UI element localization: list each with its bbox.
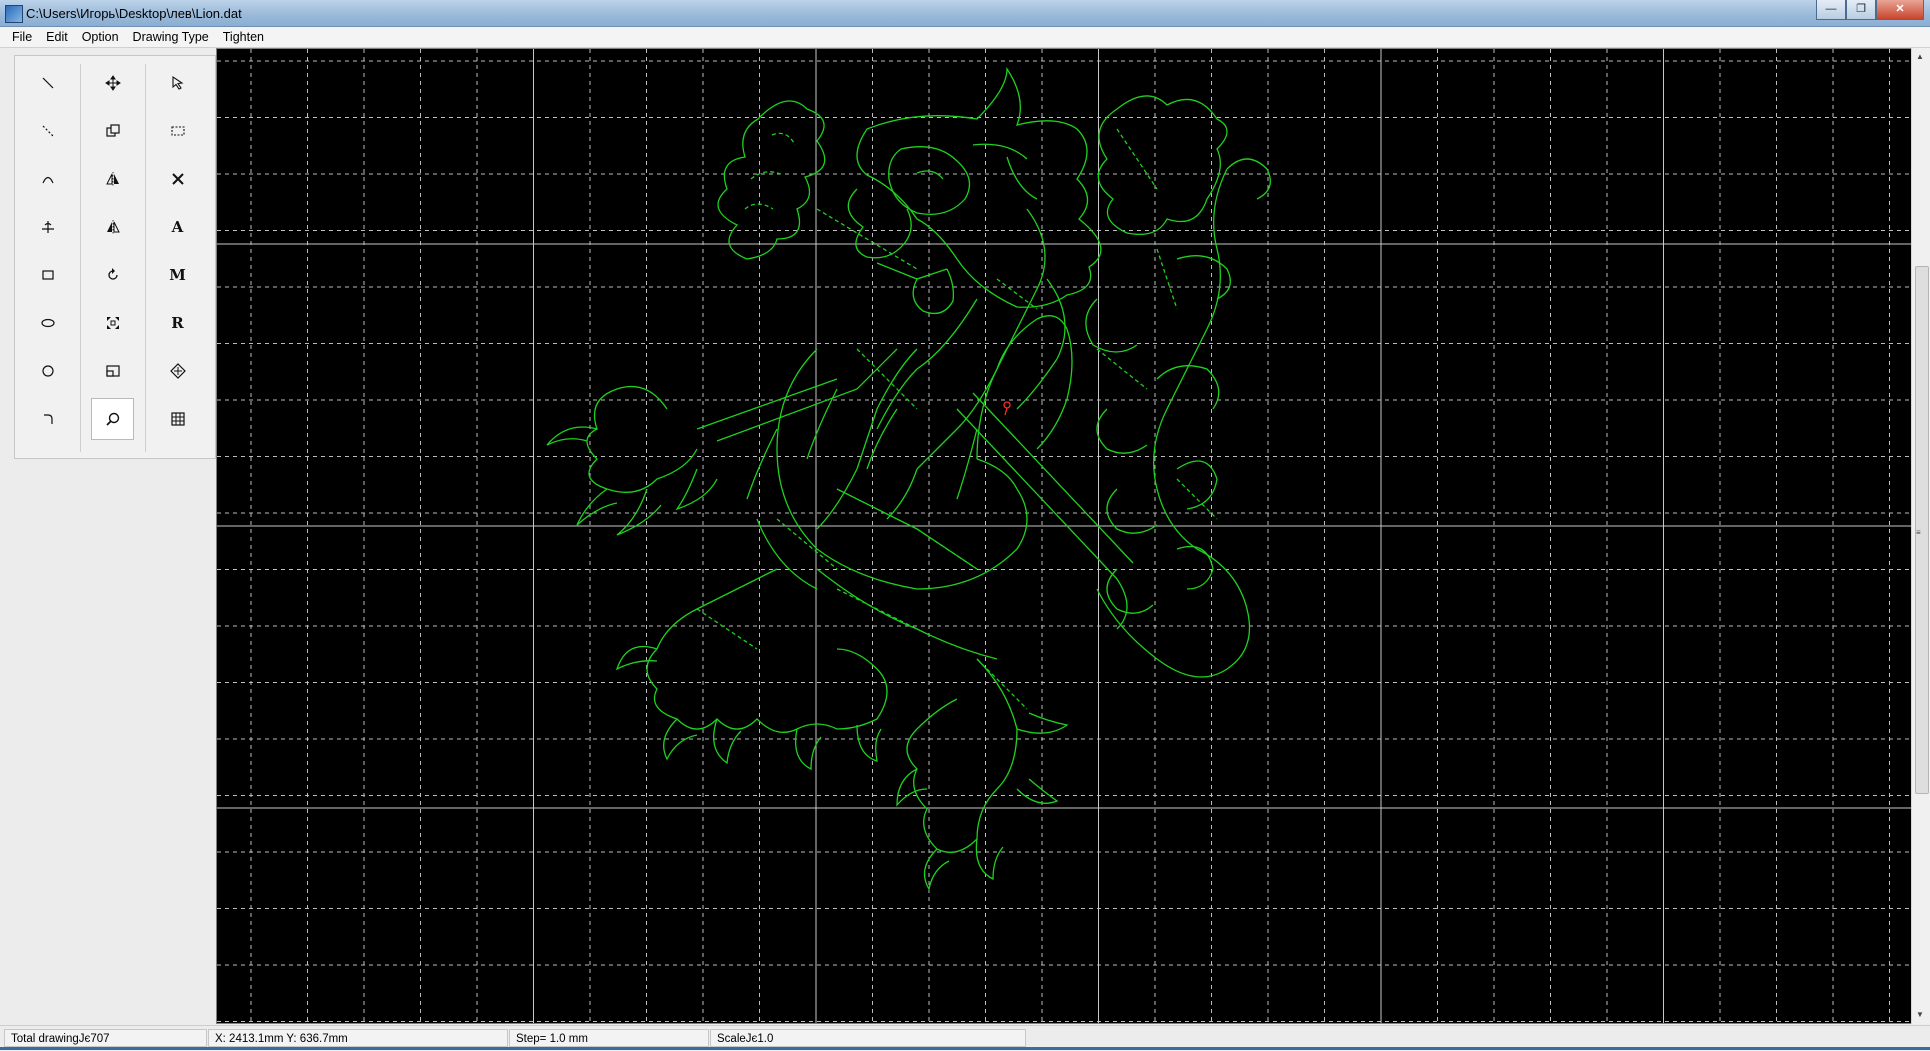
lion-belly — [756, 488, 998, 660]
corner-arc-tool-icon[interactable] — [26, 398, 69, 440]
perpendicular-tool-icon[interactable] — [26, 206, 69, 248]
rotate-tool-icon[interactable] — [91, 254, 134, 296]
lion-right-leg — [906, 658, 1018, 853]
menu-bar: File Edit Option Drawing Type Tighten — [0, 27, 1930, 48]
close-button[interactable]: ✕ — [1876, 0, 1924, 20]
move-tool-icon[interactable] — [91, 62, 134, 104]
lion-left-paw-claws — [546, 426, 718, 536]
lion-head — [856, 66, 1102, 308]
drawing-surface[interactable] — [217, 49, 1911, 1023]
scale-tool-icon[interactable] — [91, 302, 134, 344]
select-tool-icon[interactable] — [156, 62, 199, 104]
vertical-scrollbar[interactable]: ▲ ≡ ▼ — [1911, 48, 1930, 1024]
app-icon[interactable] — [5, 5, 23, 23]
lion-tail-tuft-curls — [1085, 158, 1271, 454]
delete-tool-icon[interactable] — [156, 158, 199, 200]
dashed-line-tool-icon[interactable] — [26, 110, 69, 152]
status-step: Step= 1.0 mm — [509, 1029, 709, 1047]
rectangle-tool-icon[interactable] — [26, 254, 69, 296]
scroll-thumb-grip: ≡ — [1916, 528, 1921, 537]
scroll-up-arrow[interactable]: ▲ — [1916, 52, 1924, 61]
window-controls: — ❐ ✕ — [1816, 0, 1924, 20]
mirror-vertical-tool-icon[interactable] — [91, 158, 134, 200]
window-select-tool-icon[interactable] — [156, 110, 199, 152]
red-marker — [1003, 401, 1011, 416]
ellipse-tool-icon[interactable] — [26, 302, 69, 344]
menu-option[interactable]: Option — [75, 27, 126, 47]
radius-tool-icon[interactable]: R — [156, 302, 199, 344]
menu-drawing-type[interactable]: Drawing Type — [126, 27, 216, 47]
toolbox-column-misc: A M R — [147, 62, 209, 454]
arc-tool-icon[interactable] — [26, 158, 69, 200]
restore-button[interactable]: ❐ — [1846, 0, 1876, 20]
zoom-tool-icon[interactable] — [91, 398, 134, 440]
mirror-horizontal-tool-icon[interactable] — [91, 206, 134, 248]
menu-edit[interactable]: Edit — [39, 27, 75, 47]
toolbox-column-draw — [17, 62, 79, 454]
status-coordinates: X: 2413.1mm Y: 636.7mm — [208, 1029, 508, 1047]
lion-drawing — [546, 66, 1271, 891]
circle-tool-icon[interactable] — [26, 350, 69, 392]
minimize-button[interactable]: — — [1816, 0, 1846, 20]
lion-left-paw-top-inner — [744, 132, 796, 210]
menu-file[interactable]: File — [0, 27, 39, 47]
minor-grid — [217, 49, 1911, 1023]
lion-mane-upper — [856, 208, 1066, 470]
status-scale: ScaleЈє1.0 — [710, 1029, 1026, 1047]
lion-tongue — [912, 268, 955, 315]
lion-left-arm — [586, 348, 898, 493]
status-total-drawing: Total drawingЈє707 — [4, 1029, 207, 1047]
menu-tighten[interactable]: Tighten — [216, 27, 271, 47]
lion-left-paw-top — [717, 100, 826, 260]
lion-tail — [1096, 168, 1251, 678]
toolbox-divider — [145, 64, 146, 452]
lion-body — [776, 315, 1073, 590]
major-grid — [217, 49, 1911, 1023]
line-tool-icon[interactable] — [26, 62, 69, 104]
lion-tail-tuft-upper — [1097, 95, 1228, 236]
lion-mouth — [847, 188, 948, 280]
toolbox-divider — [80, 64, 81, 452]
offset-tool-icon[interactable] — [91, 350, 134, 392]
grid-tool-icon[interactable] — [156, 398, 199, 440]
title-bar: C:\Users\Игорь\Desktop\лев\Lion.dat — ❐ … — [0, 0, 1930, 27]
lion-face — [888, 143, 1038, 216]
text-tool-icon[interactable]: A — [156, 206, 199, 248]
node-tool-icon[interactable] — [156, 350, 199, 392]
drawing-toolbox: A M R — [14, 55, 216, 459]
measure-tool-icon[interactable]: M — [156, 254, 199, 296]
scroll-down-arrow[interactable]: ▼ — [1916, 1010, 1924, 1019]
toolbox-column-edit — [82, 62, 144, 454]
drawing-canvas[interactable] — [216, 48, 1912, 1024]
lion-left-leg-claws — [615, 645, 882, 771]
window-title: C:\Users\Игорь\Desktop\лев\Lion.dat — [26, 6, 242, 21]
copy-tool-icon[interactable] — [91, 110, 134, 152]
